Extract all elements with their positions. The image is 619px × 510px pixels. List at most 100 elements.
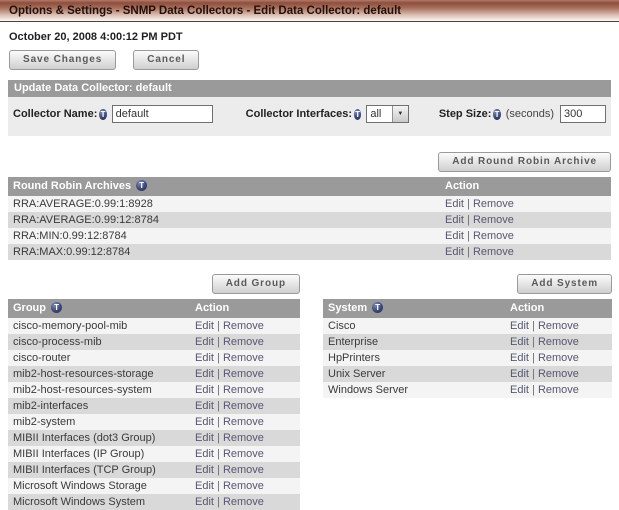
edit-link[interactable]: Edit (195, 320, 214, 332)
remove-link[interactable]: Remove (538, 320, 579, 332)
collector-name-input[interactable] (111, 105, 213, 123)
page-title: Options & Settings - SNMP Data Collector… (9, 4, 402, 17)
edit-link[interactable]: Edit (195, 496, 214, 508)
remove-link[interactable]: Remove (473, 198, 514, 210)
row-actions: Edit | Remove (190, 334, 300, 350)
row-actions: Edit | Remove (505, 350, 612, 366)
table-row: cisco-memory-pool-mib Edit | Remove (8, 318, 300, 334)
edit-link[interactable]: Edit (195, 432, 214, 444)
tooltip-icon[interactable]: T (493, 108, 501, 120)
group-table-header-row: Group T Action (8, 299, 300, 318)
cancel-button[interactable]: Cancel (133, 50, 200, 70)
row-label: HpPrinters (328, 352, 380, 364)
row-actions: Edit | Remove (190, 446, 300, 462)
action-separator: | (213, 336, 223, 348)
action-separator: | (463, 230, 473, 242)
remove-link[interactable]: Remove (538, 352, 579, 364)
row-actions: Edit | Remove (505, 382, 612, 398)
remove-link[interactable]: Remove (223, 400, 264, 412)
group-table: Group T Action cisco-memory-pool-mib Edit… (8, 299, 300, 510)
bottom-columns: Add Group Group T Action cisco-memory-po… (8, 260, 612, 510)
remove-link[interactable]: Remove (223, 368, 264, 380)
remove-link[interactable]: Remove (473, 246, 514, 258)
remove-link[interactable]: Remove (538, 336, 579, 348)
group-section: Add Group Group T Action cisco-memory-po… (8, 260, 300, 510)
edit-link[interactable]: Edit (510, 336, 529, 348)
remove-link[interactable]: Remove (473, 214, 514, 226)
edit-link[interactable]: Edit (445, 214, 464, 226)
row-label: RRA:AVERAGE:0.99:12:8784 (13, 214, 159, 226)
collector-interfaces-label: Collector Interfaces: (245, 108, 353, 120)
action-separator: | (213, 368, 223, 380)
table-row: mib2-interfaces Edit | Remove (8, 398, 300, 414)
row-actions: Edit | Remove (505, 366, 612, 382)
edit-link[interactable]: Edit (510, 320, 529, 332)
row-label: RRA:MAX:0.99:12:8784 (13, 246, 131, 258)
system-section: Add System System T Action Cisco Edit | R… (323, 260, 612, 398)
action-separator: | (213, 496, 223, 508)
save-changes-button[interactable]: Save Changes (9, 50, 117, 70)
edit-link[interactable]: Edit (195, 400, 214, 412)
remove-link[interactable]: Remove (223, 464, 264, 476)
table-row: MIBII Interfaces (TCP Group) Edit | Remov… (8, 462, 300, 478)
remove-link[interactable]: Remove (538, 368, 579, 380)
row-actions: Edit | Remove (440, 228, 611, 244)
remove-link[interactable]: Remove (223, 448, 264, 460)
form-actions-bar: Save Changes Cancel (9, 50, 610, 70)
tooltip-icon[interactable]: T (372, 302, 384, 313)
remove-link[interactable]: Remove (223, 432, 264, 444)
action-separator: | (213, 352, 223, 364)
row-label: mib2-host-resources-system (13, 384, 152, 396)
edit-link[interactable]: Edit (195, 336, 214, 348)
row-label: Cisco (328, 320, 356, 332)
add-group-button[interactable]: Add Group (211, 274, 300, 294)
action-separator: | (463, 214, 473, 226)
action-separator: | (213, 432, 223, 444)
table-row: RRA:MAX:0.99:12:8784 Edit | Remove (8, 244, 611, 260)
table-row: Unix Server Edit | Remove (323, 366, 612, 382)
edit-link[interactable]: Edit (445, 230, 464, 242)
edit-link[interactable]: Edit (195, 352, 214, 364)
edit-link[interactable]: Edit (445, 246, 464, 258)
tooltip-icon[interactable]: T (354, 108, 362, 120)
remove-link[interactable]: Remove (538, 384, 579, 396)
row-label: Microsoft Windows Storage (13, 480, 147, 492)
edit-link[interactable]: Edit (510, 352, 529, 364)
remove-link[interactable]: Remove (223, 320, 264, 332)
edit-link[interactable]: Edit (445, 198, 464, 210)
group-header-label: Group (13, 302, 46, 314)
tooltip-icon[interactable]: T (99, 108, 107, 120)
edit-link[interactable]: Edit (195, 448, 214, 460)
row-actions: Edit | Remove (505, 334, 612, 350)
remove-link[interactable]: Remove (223, 416, 264, 428)
update-collector-header: Update Data Collector: default (8, 80, 611, 97)
remove-link[interactable]: Remove (223, 496, 264, 508)
remove-link[interactable]: Remove (223, 352, 264, 364)
edit-link[interactable]: Edit (195, 464, 214, 476)
collector-interfaces-select[interactable]: all ▼ (366, 105, 409, 123)
add-system-button[interactable]: Add System (517, 274, 612, 294)
edit-link[interactable]: Edit (195, 368, 214, 380)
row-label: cisco-router (13, 352, 71, 364)
remove-link[interactable]: Remove (223, 384, 264, 396)
edit-link[interactable]: Edit (510, 368, 529, 380)
system-action-column-header: Action (505, 299, 612, 318)
row-label: MIBII Interfaces (TCP Group) (13, 464, 156, 476)
row-label: RRA:MIN:0.99:12:8784 (13, 230, 127, 242)
edit-link[interactable]: Edit (510, 384, 529, 396)
tooltip-icon[interactable]: T (51, 302, 63, 313)
chevron-down-icon: ▼ (391, 106, 408, 122)
remove-link[interactable]: Remove (223, 480, 264, 492)
add-round-robin-archive-button[interactable]: Add Round Robin Archive (438, 152, 611, 172)
edit-link[interactable]: Edit (195, 480, 214, 492)
edit-link[interactable]: Edit (195, 416, 214, 428)
edit-link[interactable]: Edit (195, 384, 214, 396)
remove-link[interactable]: Remove (473, 230, 514, 242)
step-size-input[interactable] (559, 105, 606, 123)
table-row: RRA:AVERAGE:0.99:1:8928 Edit | Remove (8, 196, 611, 212)
tooltip-icon[interactable]: T (136, 180, 148, 191)
remove-link[interactable]: Remove (223, 336, 264, 348)
step-size-unit: (seconds) (505, 108, 554, 120)
table-row: MIBII Interfaces (dot3 Group) Edit | Remo… (8, 430, 300, 446)
group-add-bar: Add Group (8, 274, 300, 294)
